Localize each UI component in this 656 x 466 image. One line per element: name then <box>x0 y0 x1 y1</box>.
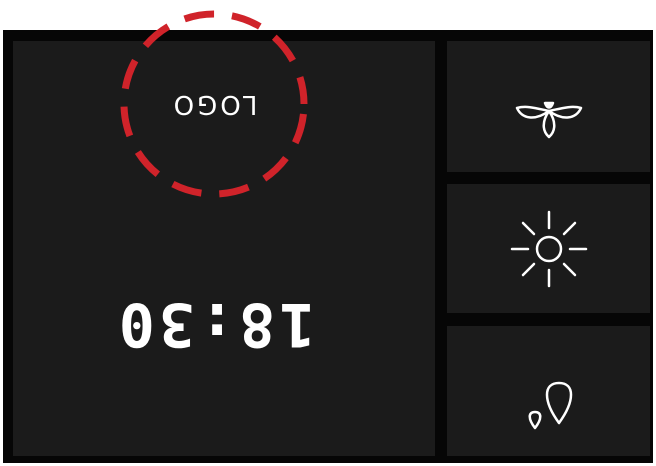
water-button[interactable] <box>447 326 650 456</box>
sun-button[interactable] <box>447 184 650 313</box>
fan-icon <box>515 101 582 138</box>
clock-time: 18:30 <box>114 289 316 359</box>
water-drops-icon <box>528 381 572 430</box>
sun-icon <box>510 210 587 287</box>
fan-button[interactable] <box>447 41 650 172</box>
logo: LOGO <box>170 89 258 119</box>
